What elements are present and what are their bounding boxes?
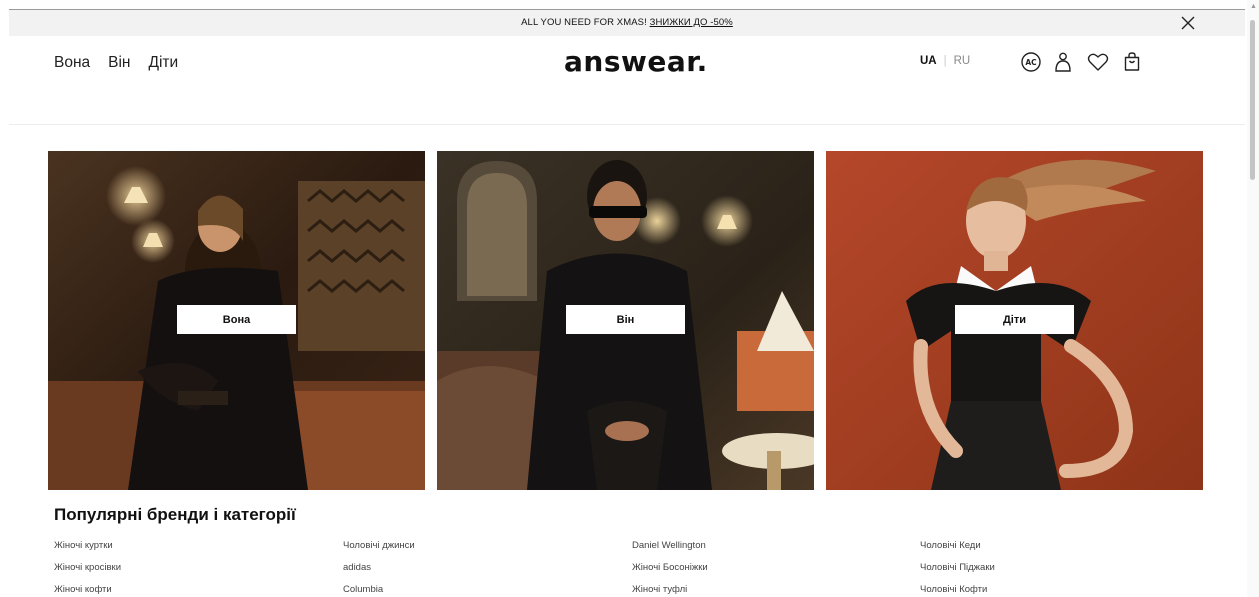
- promo-sale-link[interactable]: ЗНИЖКИ ДО -50%: [650, 17, 733, 28]
- promo-bar: ALL YOU NEED FOR XMAS! ЗНИЖКИ ДО -50%: [9, 9, 1245, 36]
- category-link[interactable]: Чоловічі Кофти: [920, 584, 987, 595]
- category-link[interactable]: Чоловічі джинси: [343, 540, 415, 551]
- category-link[interactable]: Жіночі туфлі: [632, 584, 687, 595]
- category-link[interactable]: adidas: [343, 562, 371, 573]
- heart-icon[interactable]: [1086, 50, 1110, 74]
- category-link[interactable]: Жіночі куртки: [54, 540, 113, 551]
- shopping-bag-icon[interactable]: [1120, 50, 1144, 74]
- lang-ua[interactable]: UA: [920, 55, 937, 67]
- hero-she-button[interactable]: Вона: [177, 305, 296, 334]
- category-link[interactable]: Чоловічі Піджаки: [920, 562, 995, 573]
- promo-text: ALL YOU NEED FOR XMAS! ЗНИЖКИ ДО -50%: [9, 17, 1245, 28]
- close-icon[interactable]: [1179, 14, 1197, 32]
- category-link[interactable]: Чоловічі Кеди: [920, 540, 981, 551]
- lang-ru[interactable]: RU: [954, 55, 971, 67]
- site-logo[interactable]: answear.: [564, 45, 708, 78]
- category-link[interactable]: Daniel Wellington: [632, 540, 706, 551]
- hero-card-she[interactable]: Вона: [48, 151, 425, 490]
- top-strip: [0, 0, 1259, 9]
- site-header: Вона Він Діти answear. UA | RU AC: [9, 36, 1245, 125]
- nav-item-kids[interactable]: Діти: [148, 54, 178, 72]
- user-icon[interactable]: [1051, 50, 1075, 74]
- promo-message: ALL YOU NEED FOR XMAS!: [521, 17, 650, 28]
- category-link[interactable]: Жіночі кросівки: [54, 562, 121, 573]
- scrollbar-thumb[interactable]: [1250, 20, 1255, 180]
- hero-kids-button[interactable]: Діти: [955, 305, 1074, 334]
- page-scrollbar[interactable]: ▲: [1247, 0, 1259, 597]
- hero-card-he[interactable]: Він: [437, 151, 814, 490]
- language-switcher: UA | RU: [920, 55, 970, 67]
- hero-card-kids[interactable]: Діти: [826, 151, 1203, 490]
- svg-text:AC: AC: [1025, 58, 1037, 67]
- lang-divider: |: [943, 55, 947, 67]
- gender-nav: Вона Він Діти: [54, 54, 178, 72]
- popular-section-title: Популярні бренди і категорії: [54, 505, 296, 524]
- nav-item-she[interactable]: Вона: [54, 54, 90, 72]
- ac-club-icon[interactable]: AC: [1019, 50, 1043, 74]
- category-link[interactable]: Жіночі Босоніжки: [632, 562, 708, 573]
- hero-he-button[interactable]: Він: [566, 305, 685, 334]
- category-link[interactable]: Columbia: [343, 584, 383, 595]
- nav-item-he[interactable]: Він: [108, 54, 130, 72]
- category-link[interactable]: Жіночі кофти: [54, 584, 112, 595]
- scroll-up-arrow-icon[interactable]: ▲: [1250, 3, 1257, 10]
